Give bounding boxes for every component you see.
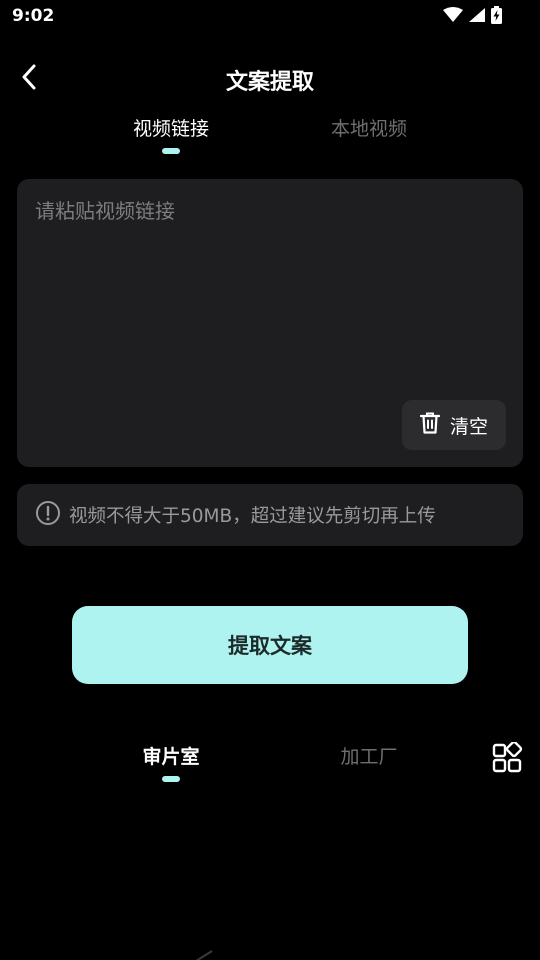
source-tabs: 视频链接 本地视频 [0, 114, 540, 158]
page-title: 文案提取 [225, 70, 314, 95]
apps-grid-button[interactable] [492, 740, 526, 778]
status-time: 9:02 [12, 6, 55, 26]
trash-icon [419, 412, 441, 438]
bottom-tabs: 审片室 加工厂 [0, 740, 540, 792]
bottom-tab-active-indicator [162, 776, 180, 782]
tab-local-video[interactable]: 本地视频 [289, 114, 449, 144]
tab-factory[interactable]: 加工厂 [294, 742, 444, 772]
wifi-icon [443, 7, 463, 23]
status-bar: 9:02 [0, 0, 540, 34]
clear-button[interactable]: 清空 [402, 400, 506, 450]
tab-active-indicator [162, 148, 180, 154]
signal-icon [468, 7, 486, 23]
video-link-input[interactable] [35, 197, 505, 397]
header: 文案提取 [0, 54, 540, 104]
screen: 9:02 文案提取 视频链接 本地视频 请粘贴视频链接 清空 视频不得大于50M… [0, 0, 540, 960]
tab-label: 本地视频 [330, 118, 407, 140]
clear-label: 清空 [449, 415, 488, 438]
partial-content-edge [195, 946, 214, 960]
tab-review-room[interactable]: 审片室 [96, 742, 246, 782]
bottom-tab-label: 加工厂 [340, 746, 398, 768]
size-notice: 视频不得大于50MB，超过建议先剪切再上传 [17, 484, 523, 546]
apps-grid-icon [492, 740, 524, 778]
exclamation-circle-icon [35, 500, 61, 530]
tab-video-link[interactable]: 视频链接 [91, 114, 251, 154]
notice-text: 视频不得大于50MB，超过建议先剪切再上传 [69, 506, 436, 527]
tab-label: 视频链接 [132, 118, 209, 140]
status-icons [443, 6, 502, 24]
link-input-card: 清空 [17, 179, 523, 467]
bottom-tab-label: 审片室 [142, 746, 200, 768]
battery-charging-icon [491, 6, 502, 24]
extract-text-button[interactable]: 提取文案 [72, 606, 468, 684]
